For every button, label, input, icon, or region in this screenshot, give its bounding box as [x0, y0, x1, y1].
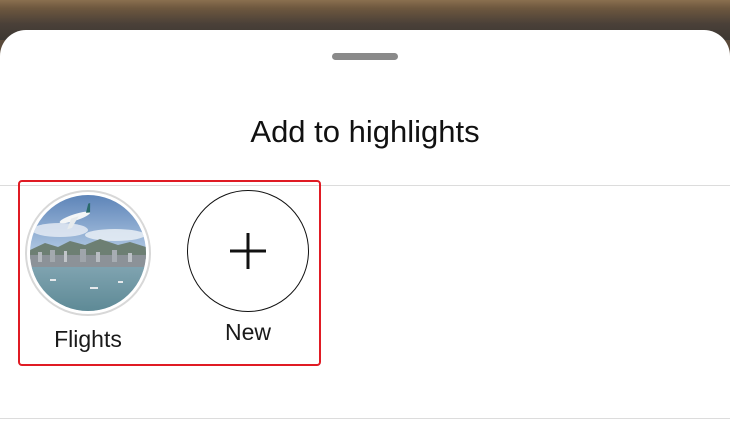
highlight-item-flights[interactable]: Flights — [18, 190, 158, 353]
plus-icon — [230, 233, 266, 269]
highlight-label: New — [224, 319, 271, 345]
flights-cover-image — [30, 195, 146, 311]
sheet-title: Add to highlights — [250, 114, 480, 149]
highlight-label: Flights — [54, 326, 122, 352]
flights-thumbnail-icon — [30, 195, 146, 311]
divider-bottom — [0, 418, 730, 419]
new-highlight-circle — [187, 190, 309, 312]
highlight-ring — [25, 190, 151, 316]
new-highlight-button[interactable]: New — [178, 190, 318, 346]
drag-handle[interactable] — [332, 53, 398, 60]
